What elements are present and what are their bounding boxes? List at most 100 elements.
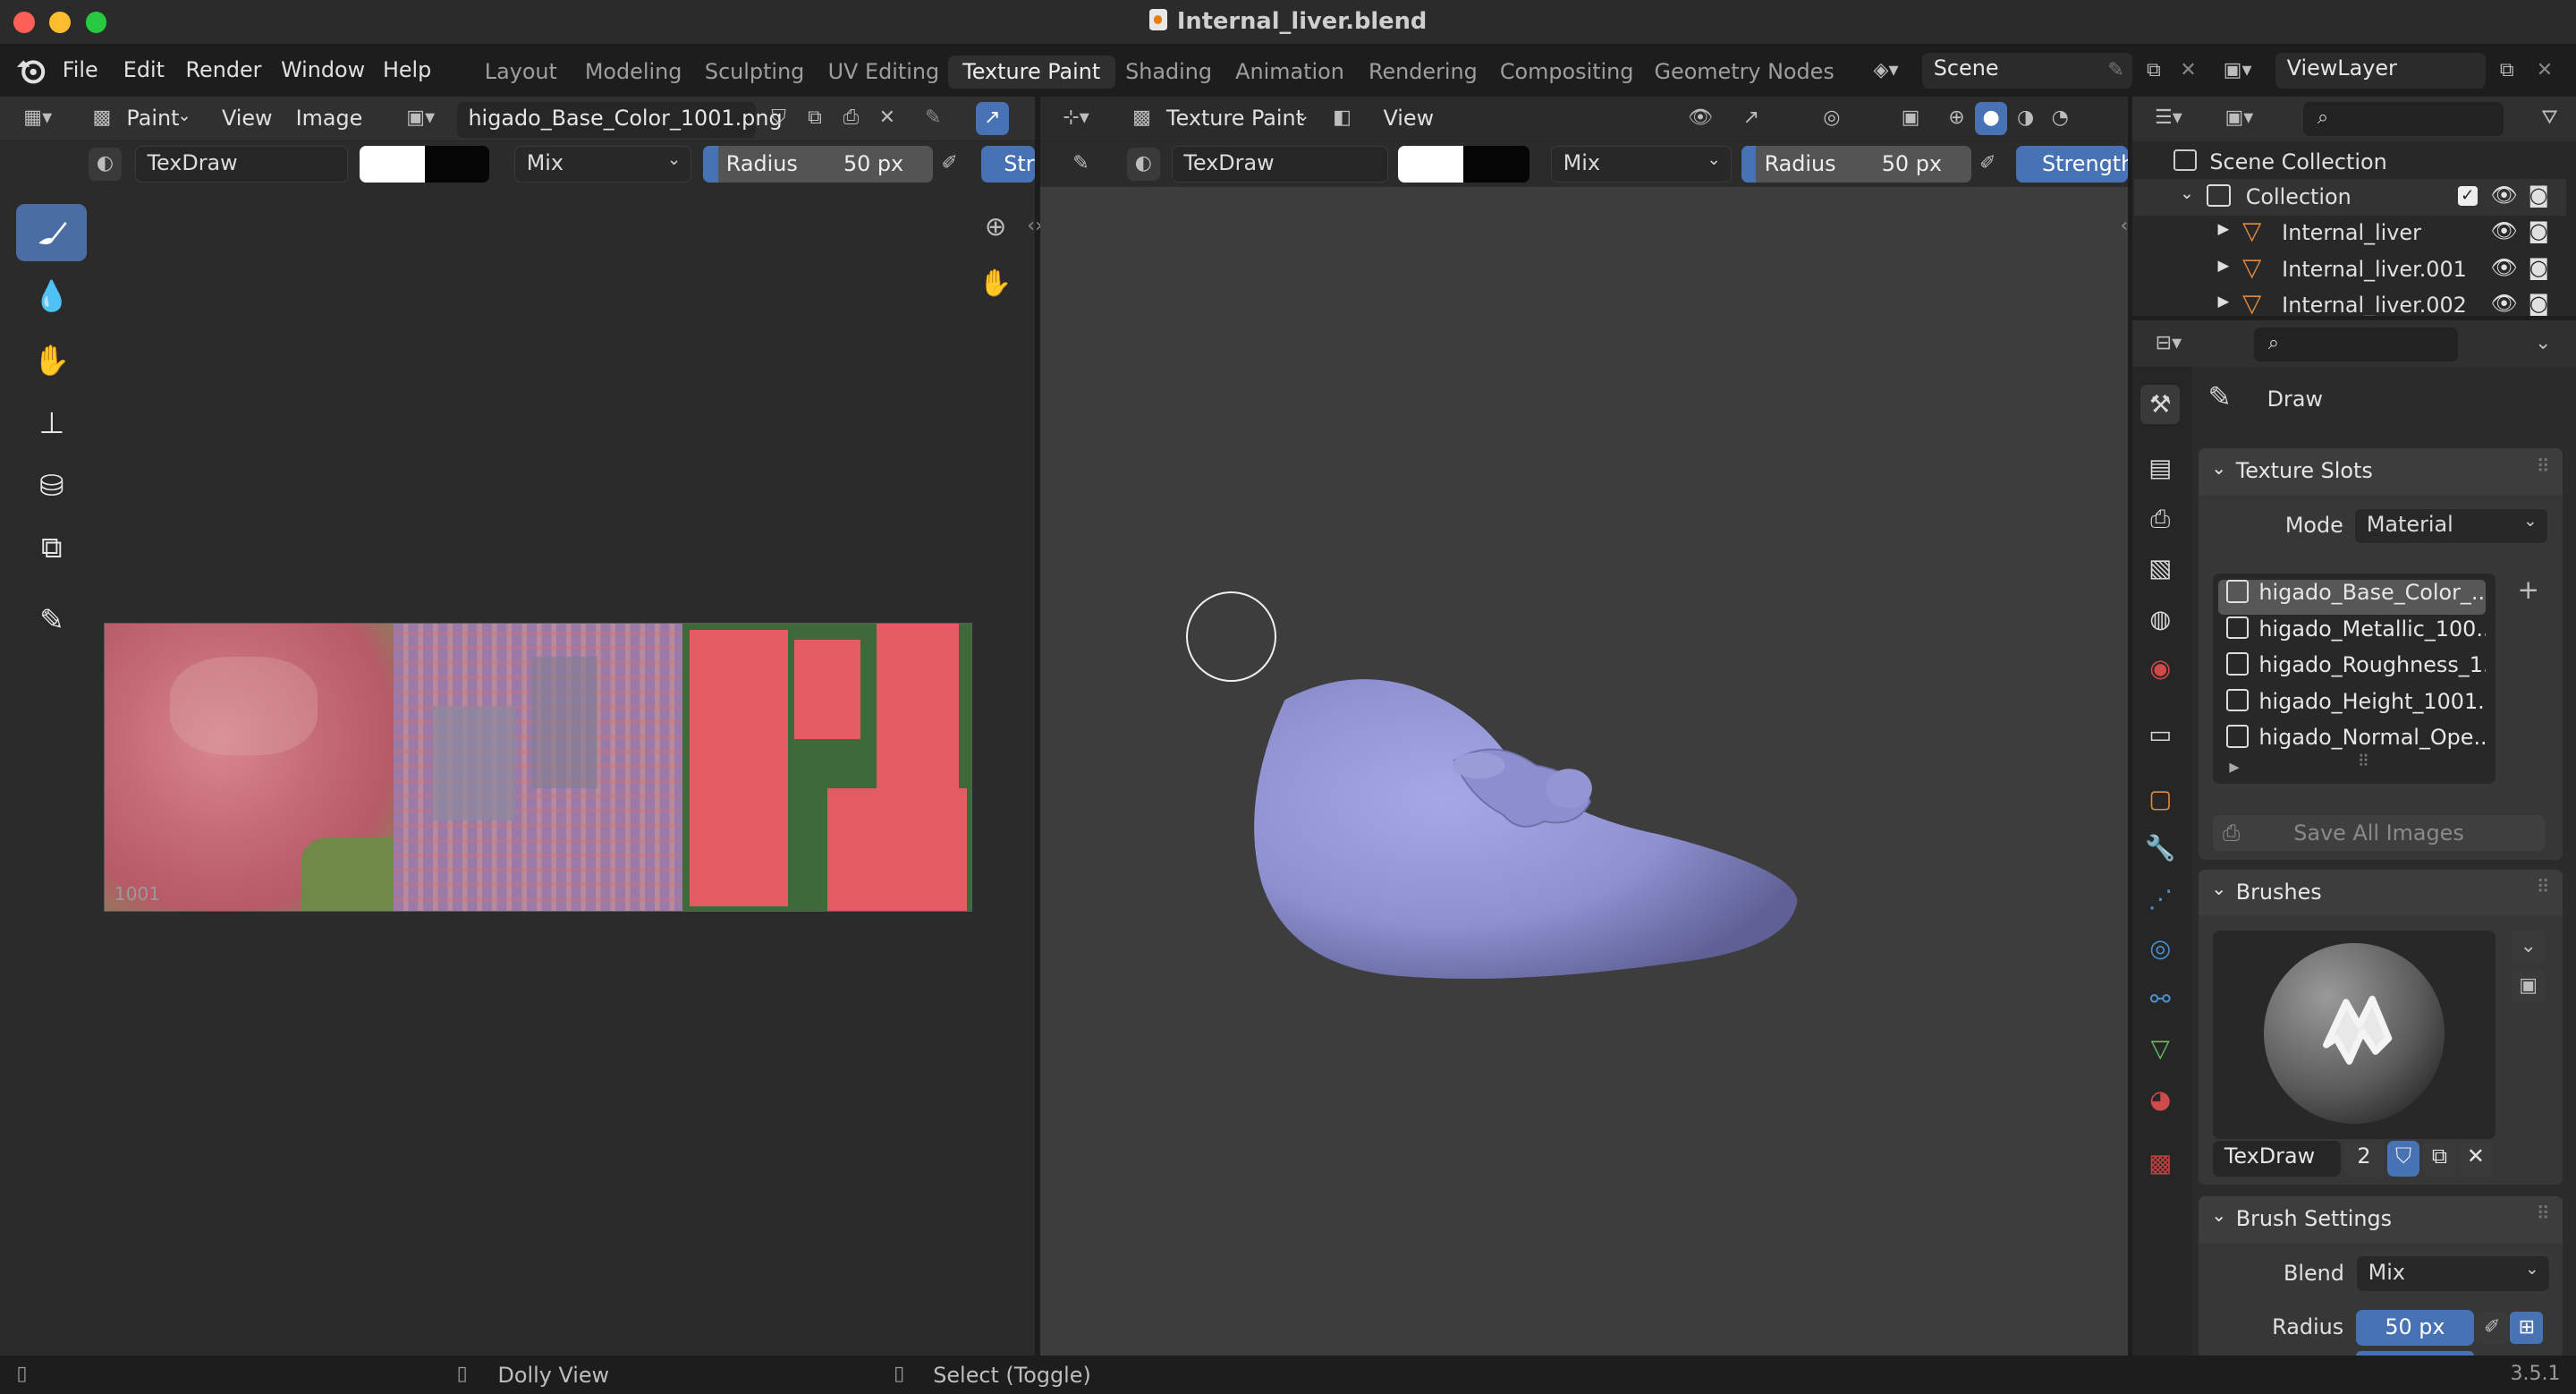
mask-toggle-icon[interactable]: ◧ bbox=[1326, 102, 1359, 135]
constraints-tab-icon[interactable]: ⚯ bbox=[2140, 980, 2180, 1019]
chevron-right-icon[interactable]: ▶ bbox=[2218, 220, 2230, 237]
brush-blend-dropdown[interactable]: Mix ⌄ bbox=[2355, 1255, 2550, 1292]
particles-tab-icon[interactable]: ⋰ bbox=[2140, 880, 2180, 919]
new-view-layer-icon[interactable]: ⧉ bbox=[2490, 55, 2523, 88]
delete-view-layer-icon[interactable]: ✕ bbox=[2529, 55, 2562, 88]
rendered-shading-icon[interactable]: ◔ bbox=[2044, 102, 2077, 135]
object-tab-icon[interactable]: ▢ bbox=[2140, 779, 2180, 819]
unlink-image-icon[interactable]: ✕ bbox=[870, 102, 903, 135]
menu-render[interactable]: Render bbox=[186, 57, 262, 82]
visibility-icon[interactable]: 👁 bbox=[1684, 102, 1717, 135]
image-name-field[interactable]: higado_Base_Color_1001.png bbox=[456, 101, 783, 139]
tool-annotate[interactable]: ✎ bbox=[16, 591, 88, 650]
editor-type-icon[interactable]: ⊟▾ bbox=[2152, 327, 2185, 361]
tool-soften[interactable]: 💧 bbox=[16, 268, 88, 326]
image-radius-slider[interactable]: Radius 50 px bbox=[703, 146, 934, 183]
outliner-row-object[interactable]: ▶ ▽ Internal_liver 👁 ◙ bbox=[2134, 216, 2566, 251]
tab-geometry-nodes[interactable]: Geometry Nodes bbox=[1640, 55, 1849, 89]
paint-mode-dropdown[interactable]: Paint bbox=[126, 106, 179, 131]
view-layer-field[interactable]: ViewLayer bbox=[2275, 52, 2486, 89]
camera-icon[interactable]: ◙ bbox=[2529, 183, 2549, 208]
image-browse-icon[interactable]: ▣▾ bbox=[404, 102, 437, 135]
overlays-icon[interactable]: ◎ bbox=[1816, 102, 1849, 135]
add-slot-icon[interactable]: + bbox=[2512, 574, 2545, 607]
view-layer-tab-icon[interactable]: ▧ bbox=[2140, 548, 2180, 588]
fake-user-shield-icon[interactable]: ⛉ bbox=[762, 102, 795, 135]
outliner-row-collection[interactable]: ⌄ Collection ✓ 👁 ◙ bbox=[2133, 179, 2566, 216]
list-resize-handle-icon[interactable]: ⠿ bbox=[2358, 752, 2369, 771]
brushes-header[interactable]: ⌄ Brushes ⠿ bbox=[2198, 869, 2563, 916]
duplicate-brush-icon[interactable]: ⧉ bbox=[2423, 1140, 2456, 1177]
texture-image-canvas[interactable]: 1001 bbox=[103, 623, 973, 913]
chevron-down-icon[interactable]: ⌄ bbox=[2180, 184, 2193, 203]
secondary-color-swatch[interactable] bbox=[1463, 146, 1530, 183]
liver-3d-model[interactable] bbox=[1249, 670, 1807, 990]
texture-slot-item[interactable]: higado_Base_Color_... bbox=[2217, 580, 2486, 615]
tab-compositing[interactable]: Compositing bbox=[1485, 55, 1648, 89]
tool-smear[interactable]: ✋ bbox=[16, 332, 88, 390]
new-scene-icon[interactable]: ⧉ bbox=[2138, 55, 2171, 88]
chevron-right-icon[interactable]: ▶ bbox=[2218, 293, 2230, 310]
editor-type-icon[interactable]: ⊹▾ bbox=[1060, 102, 1093, 135]
image-color-swatches[interactable] bbox=[360, 146, 490, 183]
collection-tab-icon[interactable]: ▭ bbox=[2140, 715, 2180, 754]
editor-type-icon[interactable]: ☰▾ bbox=[2152, 102, 2185, 135]
tool-clone[interactable]: ⊥ bbox=[16, 394, 88, 453]
save-all-images-button[interactable]: ⎙ Save All Images bbox=[2213, 815, 2546, 852]
tool-mask[interactable]: ⧉ bbox=[16, 519, 88, 577]
drag-handle-icon[interactable]: ⠿ bbox=[2537, 876, 2550, 897]
camera-icon[interactable]: ◙ bbox=[2529, 255, 2549, 280]
tab-sculpting[interactable]: Sculpting bbox=[690, 55, 818, 89]
display-mode-icon[interactable]: ▣▾ bbox=[2223, 102, 2256, 135]
eye-icon[interactable]: 👁 bbox=[2490, 291, 2517, 316]
new-image-icon[interactable]: ⧉ bbox=[799, 102, 832, 135]
menu-help[interactable]: Help bbox=[383, 57, 431, 82]
world-tab-icon[interactable]: ◉ bbox=[2140, 649, 2180, 688]
eye-icon[interactable]: 👁 bbox=[2490, 255, 2517, 280]
modifier-tab-icon[interactable]: 🔧 bbox=[2140, 829, 2180, 868]
brush-preview-icon[interactable]: ◐ bbox=[89, 148, 122, 182]
scene-tab-icon[interactable]: ◍ bbox=[2140, 599, 2180, 639]
xray-icon[interactable]: ▣ bbox=[1894, 102, 1928, 135]
image-blend-dropdown[interactable]: Mix ⌄ bbox=[513, 146, 692, 183]
brush-preview-icon[interactable]: ◐ bbox=[1126, 148, 1160, 182]
secondary-color-swatch[interactable] bbox=[424, 146, 490, 183]
uv-sync-icon[interactable]: ↗ bbox=[975, 101, 1009, 135]
chevron-right-icon[interactable]: ▶ bbox=[2218, 257, 2230, 274]
tab-animation[interactable]: Animation bbox=[1221, 55, 1360, 89]
menu-edit[interactable]: Edit bbox=[123, 57, 165, 82]
open-image-icon[interactable]: ⎙ bbox=[835, 102, 868, 135]
brush-settings-header[interactable]: ⌄ Brush Settings ⠿ bbox=[2198, 1196, 2563, 1243]
viewport-menu-view[interactable]: View bbox=[1383, 106, 1434, 131]
material-shading-icon[interactable]: ◑ bbox=[2009, 102, 2042, 135]
wireframe-shading-icon[interactable]: ⊕ bbox=[1940, 102, 1973, 135]
pin-scene-icon[interactable]: ✎ bbox=[2099, 55, 2132, 88]
tab-uv-editing[interactable]: UV Editing bbox=[813, 55, 954, 89]
eye-icon[interactable]: 👁 bbox=[2490, 218, 2517, 243]
physics-tab-icon[interactable]: ◎ bbox=[2140, 929, 2180, 968]
tab-layout[interactable]: Layout bbox=[470, 55, 572, 89]
eye-icon[interactable]: 👁 bbox=[2490, 183, 2517, 208]
outliner-row-scene-collection[interactable]: Scene Collection bbox=[2134, 145, 2566, 181]
brush-image-icon[interactable]: ▣ bbox=[2512, 969, 2546, 1003]
image-strength-slider[interactable]: Str bbox=[980, 146, 1036, 183]
texture-slots-header[interactable]: ⌄ Texture Slots ⠿ bbox=[2198, 448, 2563, 495]
viewport-mode-dropdown[interactable]: Texture Paint bbox=[1166, 106, 1304, 131]
image-menu-view[interactable]: View bbox=[222, 106, 273, 131]
menu-file[interactable]: File bbox=[63, 57, 98, 82]
viewport-color-swatches[interactable] bbox=[1398, 146, 1530, 183]
viewport-radius-slider[interactable]: Radius 50 px bbox=[1741, 146, 1972, 183]
texture-slot-item[interactable]: higado_Height_1001... bbox=[2218, 688, 2486, 724]
texture-slot-item[interactable]: higado_Normal_Ope... bbox=[2218, 724, 2486, 760]
viewport-brush-field[interactable]: TexDraw bbox=[1171, 146, 1388, 183]
primary-color-swatch[interactable] bbox=[360, 146, 425, 183]
delete-scene-icon[interactable]: ✕ bbox=[2172, 55, 2205, 88]
view-layer-selector-icon[interactable]: ▣▾ bbox=[2221, 55, 2254, 88]
tab-rendering[interactable]: Rendering bbox=[1353, 55, 1492, 89]
tool-tab-icon[interactable]: ⚒ bbox=[2140, 384, 2181, 424]
chevron-down-icon[interactable]: ⌄ bbox=[2512, 930, 2546, 964]
gizmo-icon[interactable]: ↗ bbox=[1735, 102, 1768, 135]
exclude-checkbox[interactable]: ✓ bbox=[2457, 185, 2478, 206]
output-tab-icon[interactable]: ⎙ bbox=[2140, 499, 2180, 539]
brush-users-count[interactable]: 2 bbox=[2343, 1140, 2385, 1177]
